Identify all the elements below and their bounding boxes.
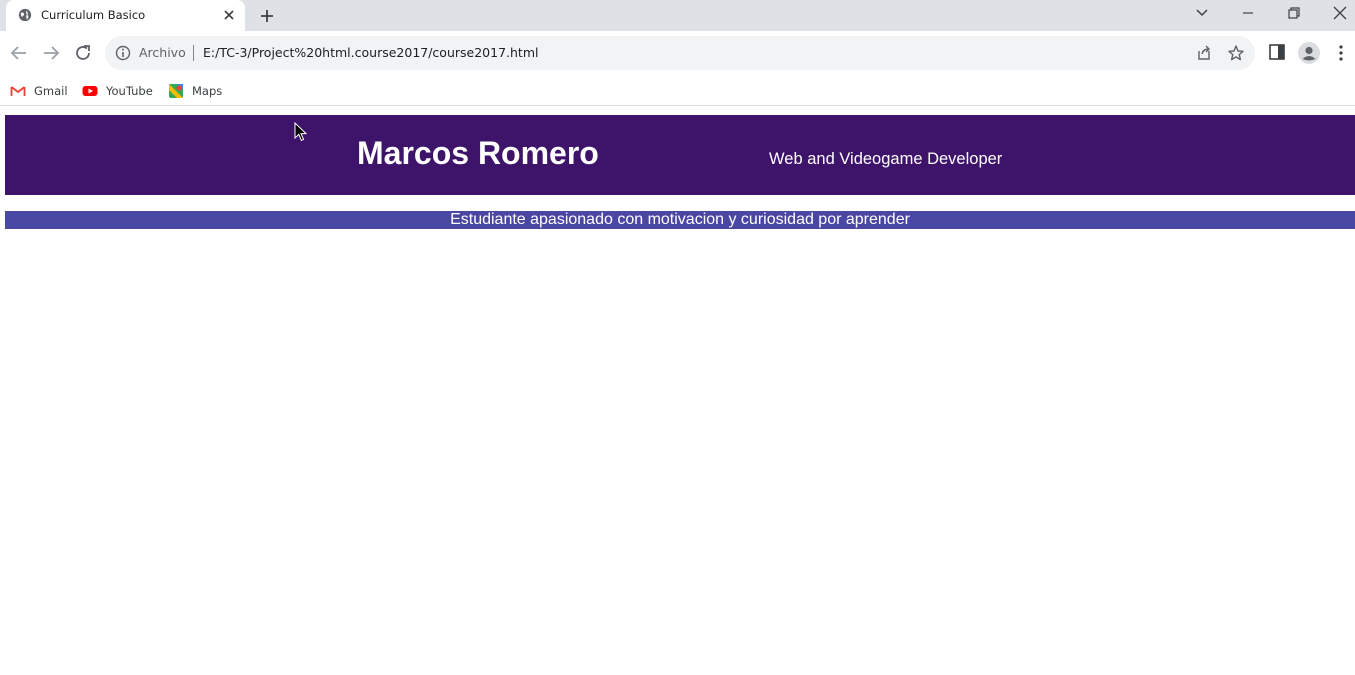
gmail-icon <box>10 86 26 96</box>
globe-icon <box>18 8 32 22</box>
reload-icon[interactable] <box>72 42 94 64</box>
share-icon[interactable] <box>1195 44 1213 62</box>
bookmark-star-icon[interactable] <box>1227 44 1245 62</box>
address-bar[interactable]: Archivo E:/TC-3/Project%20html.course201… <box>105 36 1255 70</box>
tagline-banner: Estudiante apasionado con motivacion y c… <box>5 211 1355 229</box>
job-title: Web and Videogame Developer <box>769 150 1003 168</box>
youtube-icon <box>82 86 98 96</box>
bookmark-gmail[interactable]: Gmail <box>10 81 68 101</box>
omnibox-separator <box>193 45 194 61</box>
forward-icon[interactable] <box>40 42 62 64</box>
bookmark-label: Gmail <box>34 84 68 98</box>
browser-toolbar: Archivo E:/TC-3/Project%20html.course201… <box>0 31 1355 75</box>
page-viewport: Marcos Romero Web and Videogame Develope… <box>0 107 1355 675</box>
bookmark-maps[interactable]: Maps <box>168 81 222 101</box>
browser-tab[interactable]: Curriculum Basico <box>6 0 245 31</box>
bookmark-label: Maps <box>192 84 223 98</box>
side-panel-icon[interactable] <box>1268 43 1286 61</box>
close-window-icon[interactable] <box>1329 4 1351 22</box>
bookmarks-bar: Gmail YouTube Maps <box>0 75 1355 106</box>
tab-strip: Curriculum Basico <box>0 0 1355 31</box>
restore-icon[interactable] <box>1283 4 1305 22</box>
minimize-icon[interactable] <box>1237 4 1259 22</box>
url-text[interactable]: E:/TC-3/Project%20html.course2017/course… <box>203 45 538 60</box>
mouse-cursor-icon <box>294 122 308 142</box>
bookmark-label: YouTube <box>106 84 153 98</box>
page-title: Marcos Romero <box>357 135 599 171</box>
tab-search-icon[interactable] <box>1191 4 1213 22</box>
bookmark-youtube[interactable]: YouTube <box>82 81 153 101</box>
menu-kebab-icon[interactable] <box>1334 43 1348 63</box>
profile-avatar-icon[interactable] <box>1297 41 1321 65</box>
tab-title: Curriculum Basico <box>41 8 146 22</box>
maps-icon <box>169 84 183 98</box>
page-header: Marcos Romero Web and Videogame Develope… <box>5 115 1355 195</box>
scheme-label: Archivo <box>139 45 186 60</box>
new-tab-icon[interactable] <box>257 6 277 26</box>
close-tab-icon[interactable] <box>222 8 236 22</box>
info-icon[interactable] <box>115 45 131 61</box>
back-icon[interactable] <box>8 42 30 64</box>
